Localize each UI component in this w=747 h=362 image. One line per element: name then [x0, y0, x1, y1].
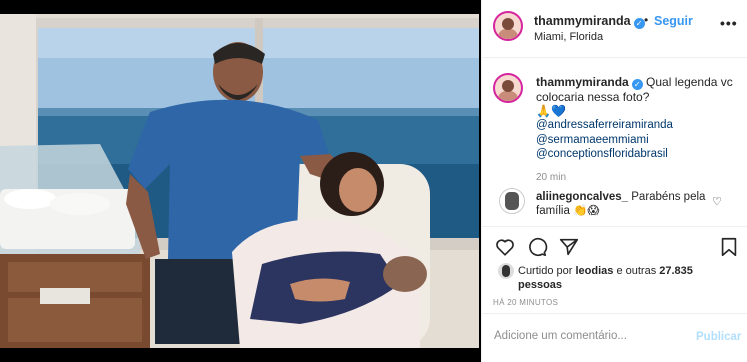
likes-user[interactable]: leodias — [575, 265, 613, 277]
post-timestamp[interactable]: HÁ 20 MINUTOS — [493, 298, 558, 307]
likes-count[interactable]: 27.835 — [659, 265, 693, 277]
add-comment-bar: Publicar — [482, 313, 747, 362]
post-header: thammymiranda ✓ • Seguir Miami, Florida •… — [482, 0, 747, 58]
likes-prefix: Curtido por — [518, 265, 573, 277]
share-icon[interactable] — [558, 236, 580, 258]
verified-badge-icon: ✓ — [631, 79, 643, 90]
post-actions — [482, 226, 747, 262]
caption-emojis: 🙏💙 — [536, 104, 566, 118]
comment-like-heart-icon[interactable]: ♡ — [712, 195, 722, 208]
caption-avatar[interactable] — [493, 73, 523, 103]
mention-link[interactable]: @sermamaeemmiami — [536, 134, 649, 146]
commenter-avatar[interactable] — [499, 188, 525, 214]
post-photo[interactable] — [0, 14, 479, 348]
likes-suffix[interactable]: pessoas — [518, 279, 562, 291]
post-side-panel: thammymiranda ✓ • Seguir Miami, Florida •… — [481, 0, 747, 362]
author-username-text[interactable]: thammymiranda — [534, 14, 631, 28]
mention-link[interactable]: @conceptionsfloridabrasil — [536, 148, 668, 160]
caption-time[interactable]: 20 min — [536, 172, 566, 183]
mention-link[interactable]: @andressaferreiramiranda — [536, 119, 673, 131]
more-options-icon[interactable]: ••• — [720, 15, 738, 31]
likes-middle: e outras — [616, 265, 657, 277]
bookmark-icon[interactable] — [718, 236, 740, 258]
likes-summary[interactable]: Curtido por leodias e outras 27.835 pess… — [518, 264, 718, 292]
caption: thammymiranda ✓ Qual legenda vc colocaria… — [536, 75, 736, 104]
comment-icon[interactable] — [526, 236, 548, 258]
caption-username[interactable]: thammymiranda — [536, 75, 629, 89]
heart-icon[interactable] — [494, 236, 516, 258]
post-location[interactable]: Miami, Florida — [534, 31, 603, 43]
verified-badge-icon: ✓ — [633, 18, 645, 29]
comment: aliinegoncalves_ Parabéns pela família 👏… — [536, 190, 706, 218]
add-comment-input[interactable] — [494, 330, 684, 342]
publish-button[interactable]: Publicar — [696, 331, 741, 343]
header-separator: • — [644, 13, 649, 27]
follow-button[interactable]: Seguir — [654, 14, 693, 28]
family-photo-illustration — [0, 14, 479, 348]
author-avatar[interactable] — [493, 11, 523, 41]
pray-emoji: 🙏 — [536, 104, 551, 118]
blue-heart-emoji: 💙 — [550, 104, 566, 118]
author-username[interactable]: thammymiranda ✓ — [534, 14, 645, 29]
comment-username[interactable]: aliinegoncalves_ — [536, 191, 628, 203]
liker-avatar[interactable] — [498, 263, 514, 279]
